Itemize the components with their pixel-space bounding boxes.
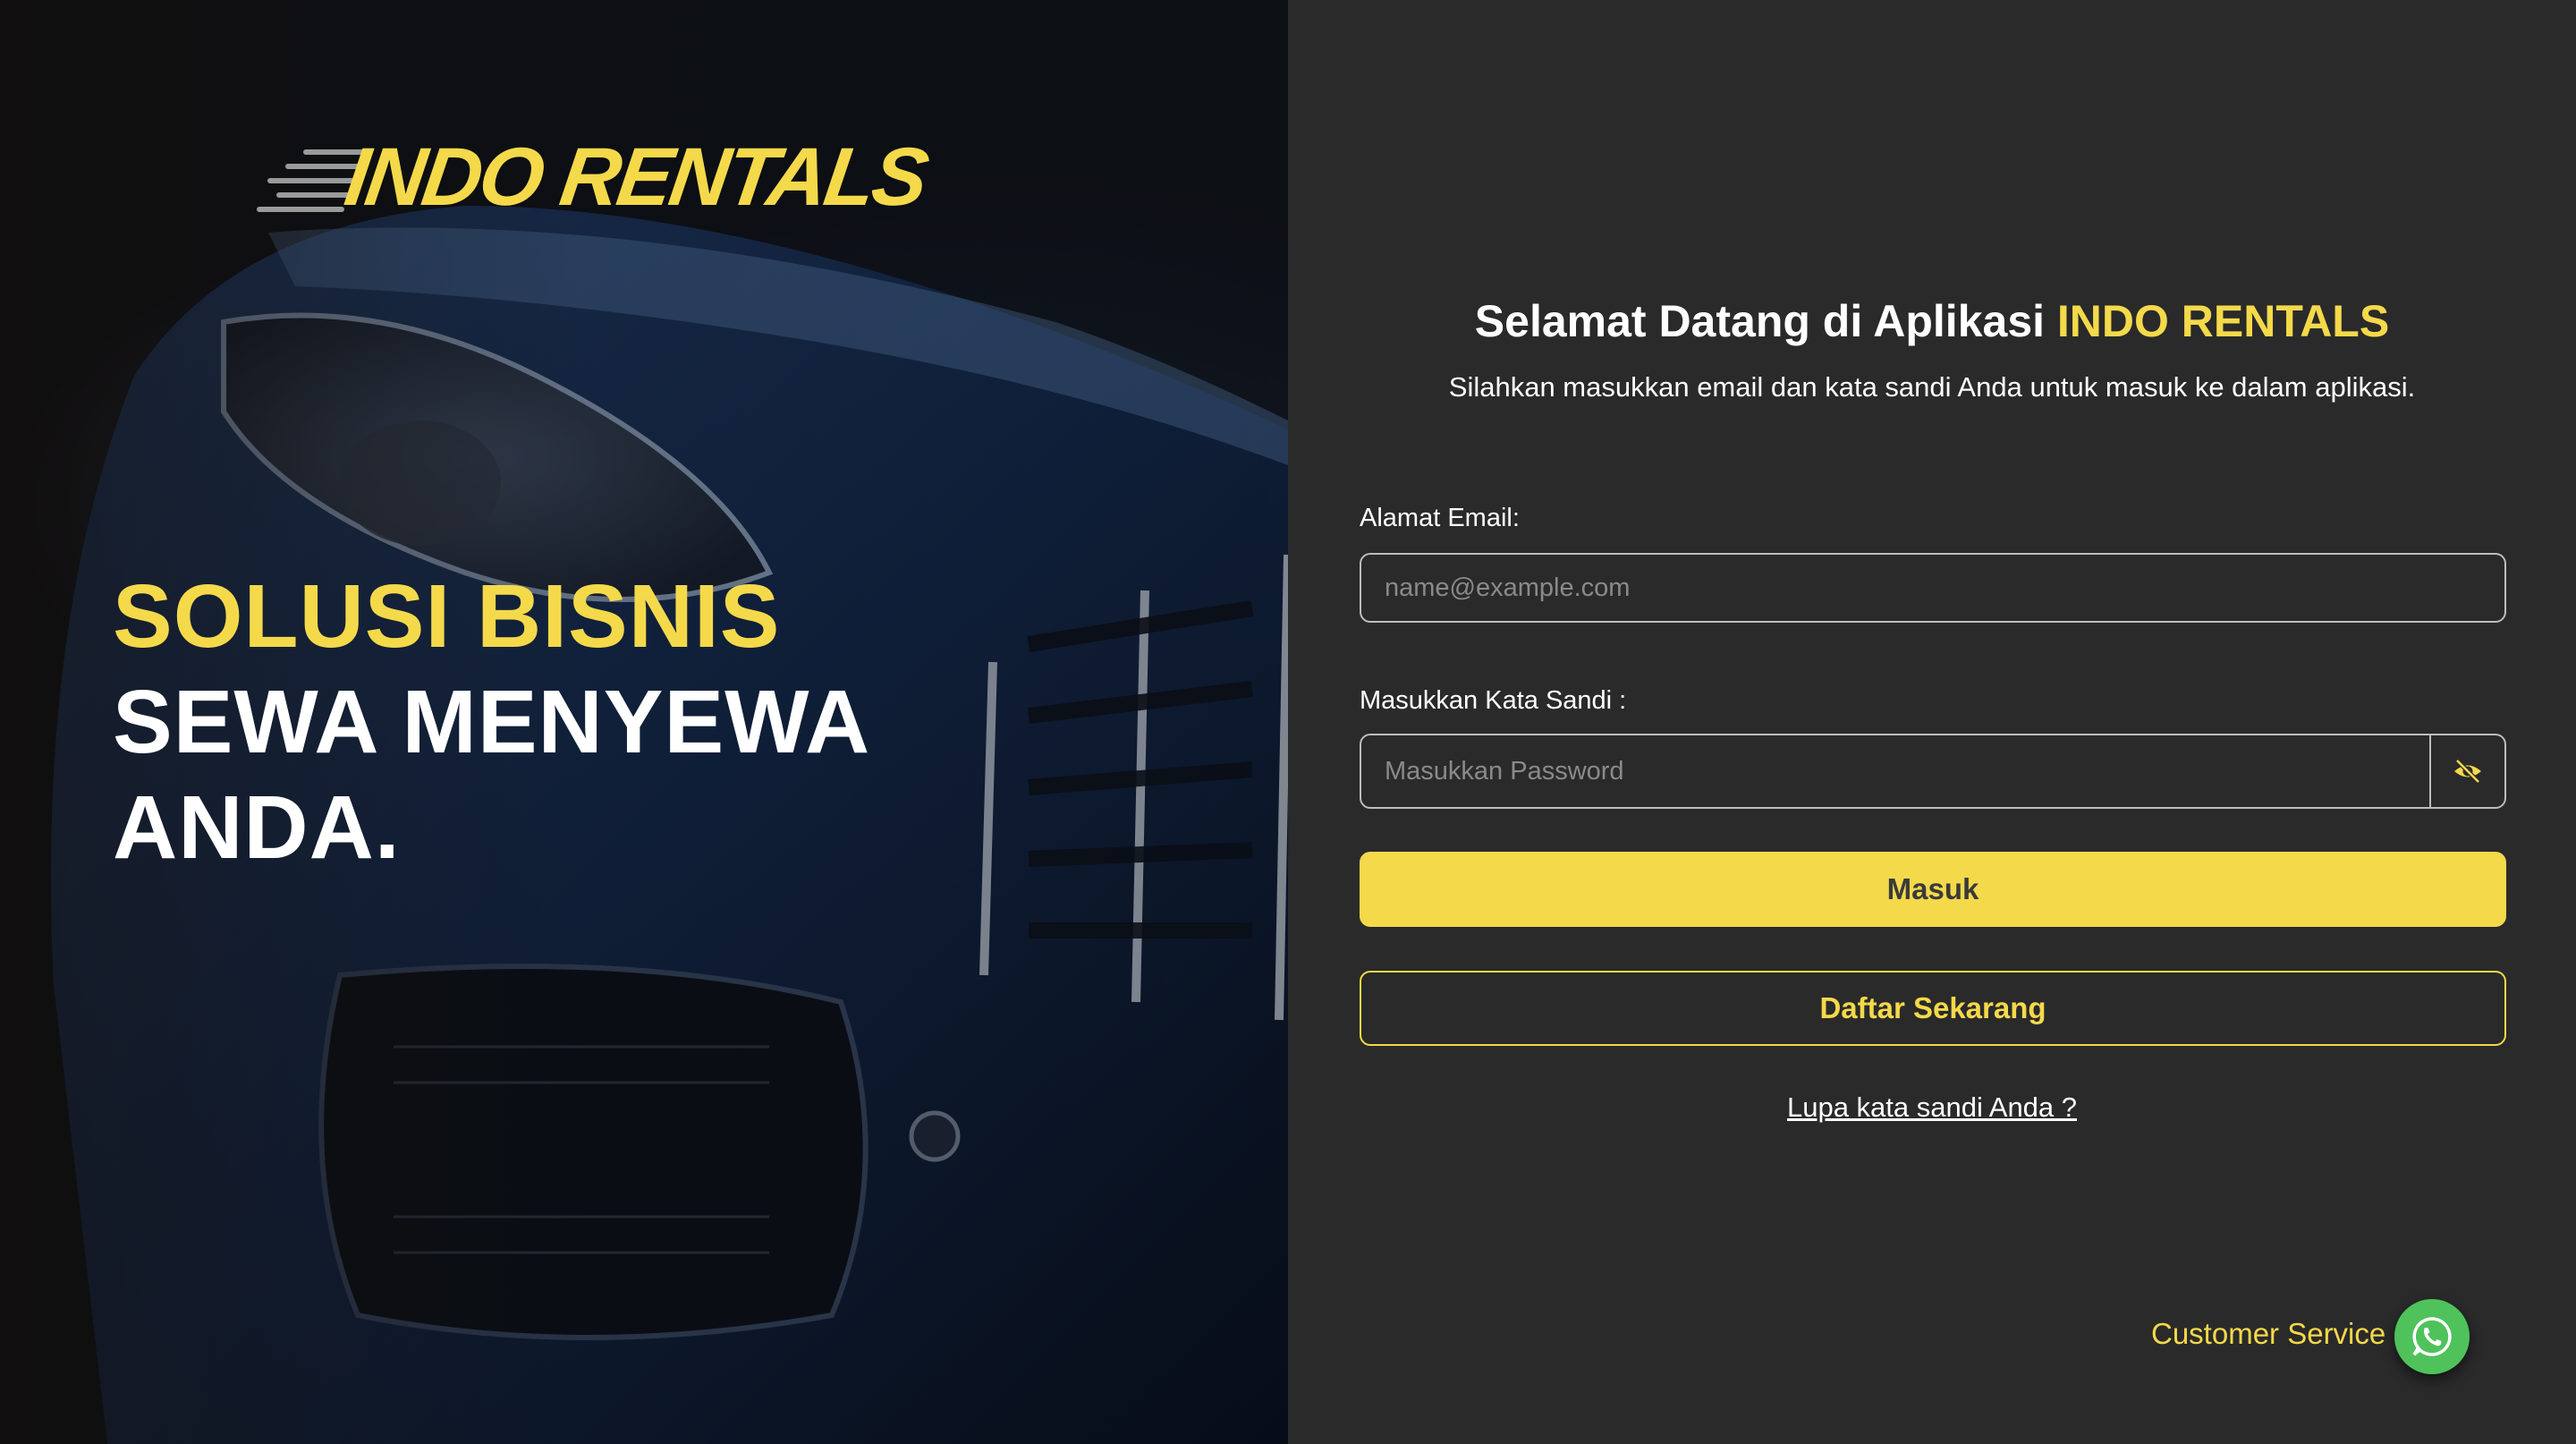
login-panel: Selamat Datang di Aplikasi INDO RENTALS … <box>1288 0 2576 1444</box>
login-button[interactable]: Masuk <box>1360 852 2506 927</box>
welcome-brand: INDO RENTALS <box>2056 296 2390 346</box>
welcome-subtitle: Silahkan masukkan email dan kata sandi A… <box>1448 371 2416 403</box>
tagline-line-3: ANDA. <box>113 777 401 878</box>
forgot-password-link[interactable]: Lupa kata sandi Anda ? <box>1288 1091 2576 1124</box>
logo-text: INDO RENTALS <box>339 132 932 223</box>
tagline-line-2: SEWA MENYEWA <box>113 672 871 772</box>
logo: INDO RENTALS <box>252 132 1057 223</box>
tagline-line-1: SOLUSI BISNIS <box>113 566 781 667</box>
whatsapp-icon <box>2412 1317 2452 1356</box>
email-label: Alamat Email: <box>1360 504 1520 532</box>
hero-panel: INDO RENTALS SOLUSI BISNIS SEWA MENYEWA … <box>0 0 1288 1444</box>
welcome-title: Selamat Datang di Aplikasi INDO RENTALS <box>1288 295 2576 347</box>
password-field[interactable] <box>1361 735 2426 807</box>
email-field[interactable] <box>1360 553 2506 623</box>
welcome-prefix: Selamat Datang di Aplikasi <box>1474 296 2057 346</box>
eye-slash-icon <box>2454 759 2481 784</box>
toggle-password-button[interactable] <box>2429 735 2504 807</box>
customer-service-label: Customer Service <box>2151 1317 2386 1350</box>
password-field-group <box>1360 734 2506 809</box>
customer-service: Customer Service <box>2151 1299 2527 1374</box>
whatsapp-button[interactable] <box>2394 1299 2470 1374</box>
register-button[interactable]: Daftar Sekarang <box>1360 971 2506 1046</box>
password-label: Masukkan Kata Sandi : <box>1360 686 1627 715</box>
hero-tagline: SOLUSI BISNIS SEWA MENYEWA ANDA. <box>113 564 870 880</box>
